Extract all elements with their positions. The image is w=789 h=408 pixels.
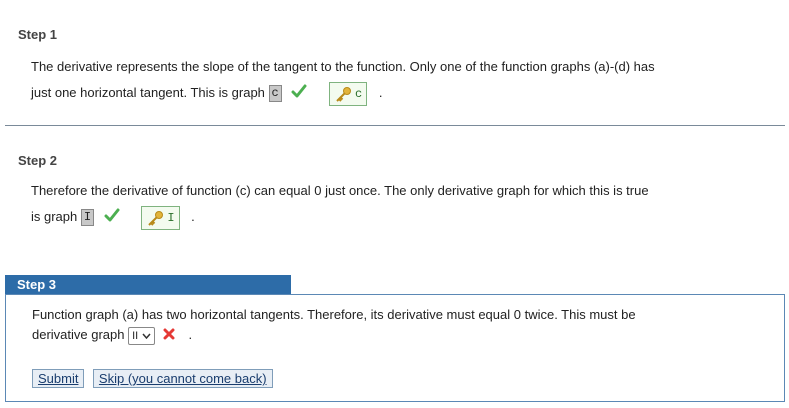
step1-key-value: c xyxy=(354,86,363,101)
step3-title: Step 3 xyxy=(5,275,291,295)
submit-button[interactable]: Submit xyxy=(32,369,85,388)
step1-line2: just one horizontal tangent. This is gra… xyxy=(31,80,655,107)
step1-title: Step 1 xyxy=(18,27,58,42)
skip-button[interactable]: Skip (you cannot come back) xyxy=(92,369,273,388)
derivative-graph-select[interactable]: II xyxy=(128,326,156,345)
step2-line2: is graph I I . xyxy=(31,204,649,231)
step2-suffix: . xyxy=(191,209,195,224)
step1-answer-key[interactable]: c xyxy=(328,81,368,106)
step2-answer-key[interactable]: I xyxy=(141,205,180,230)
step2-title: Step 2 xyxy=(18,153,58,168)
step1-answer: c xyxy=(268,85,282,103)
step2-key-value: I xyxy=(167,210,175,225)
step2-text: Therefore the derivative of function (c)… xyxy=(31,178,649,231)
key-icon xyxy=(336,86,351,102)
select-value: II xyxy=(132,329,139,342)
step3-line1: Function graph (a) has two horizontal ta… xyxy=(32,307,636,322)
check-icon xyxy=(104,205,120,231)
step1-text: The derivative represents the slope of t… xyxy=(31,54,655,107)
step3-text: Function graph (a) has two horizontal ta… xyxy=(32,305,636,346)
step3-actions: Submit Skip (you cannot come back) xyxy=(32,369,277,388)
check-icon xyxy=(291,81,307,107)
divider xyxy=(5,125,785,126)
step2-line1: Therefore the derivative of function (c)… xyxy=(31,183,649,198)
step3-line2: derivative graph II . xyxy=(32,325,636,346)
x-icon xyxy=(163,326,175,346)
step2-line2-prefix: is graph xyxy=(31,209,78,224)
step2-answer: I xyxy=(80,209,95,227)
key-icon xyxy=(148,210,164,226)
step3-line2-prefix: derivative graph xyxy=(32,327,125,342)
step3-suffix: . xyxy=(188,327,193,342)
step3-panel: Function graph (a) has two horizontal ta… xyxy=(5,294,785,402)
step1-line2-prefix: just one horizontal tangent. This is gra… xyxy=(31,85,265,100)
step1-suffix: . xyxy=(378,85,383,100)
chevron-down-icon xyxy=(142,333,151,339)
step1-line1: The derivative represents the slope of t… xyxy=(31,59,655,74)
